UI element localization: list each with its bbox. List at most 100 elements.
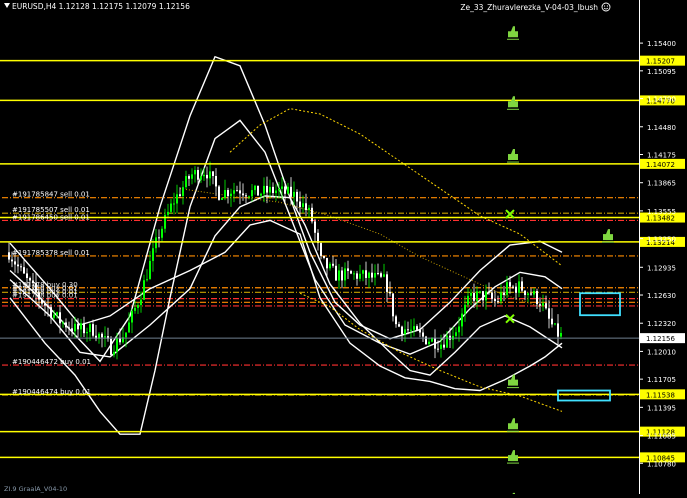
candle-body — [467, 295, 469, 305]
candle-body — [185, 176, 187, 188]
candle-body — [551, 318, 553, 325]
candle-body — [20, 266, 22, 268]
candle-body — [356, 273, 358, 279]
candle-body — [299, 201, 301, 207]
price-tick-label: 1.13250 — [647, 236, 676, 244]
candle-body — [386, 274, 388, 292]
candle-body — [443, 344, 445, 348]
candle-body — [554, 323, 556, 325]
candle-body — [137, 305, 139, 308]
candle-body — [26, 273, 28, 279]
price-tick-label: 1.12010 — [647, 348, 676, 356]
candle-body — [191, 174, 193, 179]
candle-body — [488, 291, 490, 293]
candle-body — [218, 186, 220, 200]
chart-canvas[interactable]: 1.121561.152071.147701.140721.134821.132… — [0, 0, 687, 498]
candle-body — [509, 282, 511, 287]
candle-body — [197, 170, 199, 180]
candle-body — [113, 351, 115, 355]
candle-body — [380, 273, 382, 277]
candle-body — [230, 193, 232, 197]
candle-body — [167, 211, 169, 215]
candle-body — [158, 237, 160, 239]
candle-body — [212, 171, 214, 176]
candle-body — [278, 188, 280, 191]
candle-body — [347, 268, 349, 271]
candle-body — [314, 221, 316, 233]
order-label: #191786450 sell 0.01 — [12, 213, 90, 221]
candle-body — [188, 176, 190, 179]
indicator-title: Ze_33_Zhuravlerezka_V-04-03_Ibush — [460, 3, 598, 12]
candle-body — [245, 195, 247, 197]
trading-chart[interactable]: 1.12156 1.15207 1.14770 1.14072 1.13482 1.132… — [0, 0, 687, 498]
price-level-label: 1.14072 — [646, 161, 675, 169]
price-level-label: 1.11538 — [646, 391, 675, 399]
candle-body — [326, 257, 328, 269]
candle-body — [470, 292, 472, 296]
candle-body — [200, 176, 202, 180]
price-tick-label: 1.12935 — [647, 264, 676, 272]
candle-body — [152, 248, 154, 261]
candle-body — [146, 279, 148, 281]
candle-body — [416, 326, 418, 330]
candle-body — [398, 324, 400, 327]
candle-body — [368, 272, 370, 278]
candle-body — [290, 186, 292, 197]
candle-body — [293, 191, 295, 197]
candle-body — [62, 322, 64, 324]
candle-body — [269, 186, 271, 193]
candle-body — [518, 281, 520, 293]
candle-body — [125, 332, 127, 338]
price-tick-label: 1.13555 — [647, 208, 676, 216]
candle-body — [371, 272, 373, 278]
candle-body — [389, 291, 391, 294]
candle-body — [494, 298, 496, 302]
candle-body — [521, 281, 523, 291]
candle-body — [83, 323, 85, 334]
candle-body — [491, 292, 493, 299]
candle-body — [428, 341, 430, 345]
candle-body — [296, 191, 298, 202]
candle-body — [503, 292, 505, 295]
candle-body — [455, 332, 457, 336]
candle-body — [119, 338, 121, 343]
candle-body — [548, 308, 550, 319]
candle-body — [281, 186, 283, 189]
candle-body — [545, 303, 547, 309]
candle-body — [557, 323, 559, 337]
price-tick-label: 1.14175 — [647, 152, 676, 160]
candle-body — [365, 270, 367, 278]
price-tick-label: 1.15095 — [647, 68, 676, 76]
candle-body — [404, 329, 406, 335]
candle-body — [500, 292, 502, 302]
candle-body — [140, 299, 142, 306]
candle-body — [437, 348, 439, 350]
candle-body — [215, 175, 217, 187]
symbol-info: EURUSD,H4 1.12128 1.12175 1.12079 1.1215… — [12, 2, 190, 11]
candle-body — [383, 274, 385, 277]
candle-body — [305, 203, 307, 211]
candle-body — [422, 332, 424, 337]
candle-body — [149, 260, 151, 280]
candle-body — [323, 255, 325, 258]
candle-body — [434, 338, 436, 349]
candle-body — [206, 174, 208, 179]
price-tick-label: 1.11395 — [647, 404, 676, 412]
candle-body — [110, 338, 112, 355]
candle-body — [542, 303, 544, 306]
candle-body — [41, 299, 43, 304]
candle-body — [479, 291, 481, 293]
price-tick-label: 1.10780 — [647, 460, 676, 468]
candle-body — [527, 293, 529, 296]
price-tick-label: 1.11705 — [647, 376, 676, 384]
candle-body — [182, 187, 184, 197]
candle-body — [476, 291, 478, 301]
candle-body — [101, 333, 103, 338]
candle-body — [329, 263, 331, 269]
candle-body — [473, 292, 475, 301]
candle-body — [536, 290, 538, 305]
candle-body — [14, 261, 16, 265]
candle-body — [482, 291, 484, 301]
price-tick-label: 1.13865 — [647, 180, 676, 188]
candle-body — [173, 203, 175, 205]
